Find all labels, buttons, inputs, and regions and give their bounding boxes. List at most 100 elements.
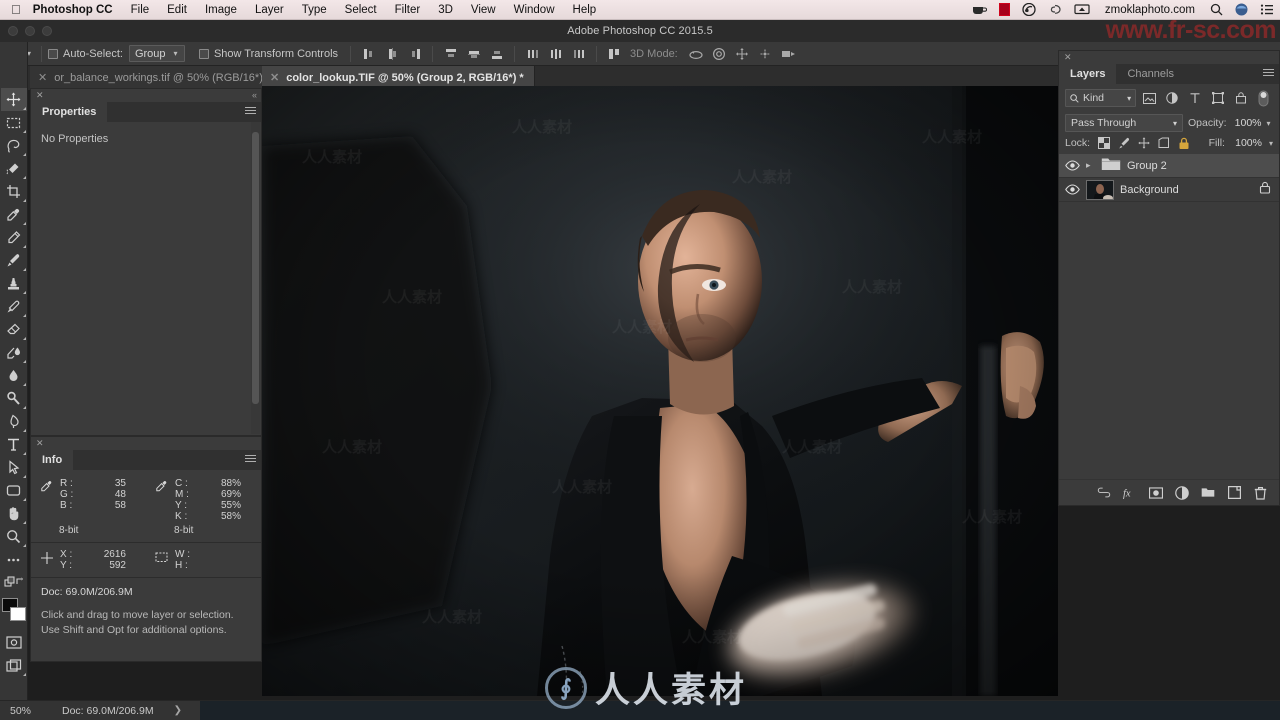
lock-transparent-pixels-icon[interactable] — [1097, 137, 1110, 150]
menu-app-name[interactable]: Photoshop CC — [31, 0, 122, 20]
scrollbar-thumb[interactable] — [252, 132, 259, 404]
panel-menu-icon[interactable] — [1263, 69, 1274, 78]
rectangle-tool[interactable] — [1, 479, 27, 502]
delete-layer-icon[interactable] — [1253, 485, 1267, 501]
red-badge-icon[interactable] — [993, 3, 1016, 16]
background-color-swatch[interactable] — [9, 607, 26, 621]
dropbox-icon[interactable] — [1042, 3, 1068, 16]
rotate-3d-icon[interactable] — [685, 44, 708, 64]
distribute-left-icon[interactable] — [521, 44, 544, 64]
edit-toolbar-ellipsis[interactable] — [1, 548, 27, 571]
blend-mode-dropdown[interactable]: Pass Through ▾ — [1065, 114, 1183, 132]
menu-item-image[interactable]: Image — [196, 0, 246, 20]
path-selection-tool[interactable] — [1, 456, 27, 479]
align-bottom-edges-icon[interactable] — [485, 44, 508, 64]
document-tab-1[interactable]: ✕ or_balance_workings.tif @ 50% (RGB/16*… — [30, 66, 282, 90]
screen-mode-icon[interactable] — [1, 654, 27, 677]
menu-item-select[interactable]: Select — [336, 0, 386, 20]
dodge-tool[interactable] — [1, 387, 27, 410]
lock-artboard-nesting-icon[interactable] — [1157, 137, 1170, 150]
search-icon[interactable] — [1204, 3, 1229, 16]
notification-center-icon[interactable] — [1254, 4, 1280, 15]
crop-tool[interactable] — [1, 180, 27, 203]
tab-channels[interactable]: Channels — [1116, 64, 1185, 84]
panel-menu-icon[interactable] — [245, 455, 256, 464]
close-icon[interactable]: ✕ — [38, 72, 47, 84]
airplay-icon[interactable] — [1068, 3, 1096, 16]
layer-row-group-2[interactable]: ▸ Group 2 — [1059, 154, 1279, 178]
move-tool[interactable] — [0, 88, 27, 111]
eraser-tool[interactable] — [1, 318, 27, 341]
tab-properties[interactable]: Properties — [31, 102, 108, 122]
close-window-button[interactable] — [8, 26, 18, 36]
align-right-edges-icon[interactable] — [403, 44, 426, 64]
opacity-chevron-down-icon[interactable]: ▾ — [1267, 119, 1271, 128]
arrange-grid-icon[interactable] — [603, 44, 626, 64]
color-swatches[interactable] — [1, 597, 27, 623]
menu-item-window[interactable]: Window — [505, 0, 564, 20]
brush-tool[interactable] — [1, 249, 27, 272]
apple-icon[interactable]:  — [0, 3, 31, 16]
scale-3d-icon[interactable] — [777, 44, 800, 64]
layer-kind-dropdown[interactable]: Kind ▾ — [1065, 89, 1137, 107]
filter-pixel-icon[interactable] — [1140, 89, 1159, 107]
close-icon[interactable]: ✕ — [36, 438, 44, 449]
pen-tool[interactable] — [1, 410, 27, 433]
creative-cloud-icon[interactable] — [1016, 3, 1042, 16]
pan-3d-icon[interactable] — [731, 44, 754, 64]
menu-item-type[interactable]: Type — [293, 0, 336, 20]
lock-all-icon[interactable] — [1177, 137, 1190, 150]
clone-stamp-tool[interactable] — [1, 272, 27, 295]
show-transform-controls-checkbox[interactable] — [198, 48, 209, 59]
chevron-right-icon[interactable]: ❯ — [154, 705, 182, 716]
align-top-edges-icon[interactable] — [439, 44, 462, 64]
document-canvas[interactable]: 人人素材 人人素材 人人素材 人人素材 人人素材 人人素材 人人素材 人人素材 … — [262, 86, 1058, 696]
properties-scrollbar[interactable] — [251, 122, 260, 434]
swap-default-colors-icons[interactable] — [1, 571, 27, 594]
close-icon[interactable]: ✕ — [36, 90, 44, 101]
menu-item-edit[interactable]: Edit — [158, 0, 196, 20]
align-vertical-centers-icon[interactable] — [462, 44, 485, 64]
chevron-right-icon[interactable]: ▸ — [1086, 160, 1095, 171]
history-brush-tool[interactable] — [1, 295, 27, 318]
account-label[interactable]: zmoklaphoto.com — [1096, 0, 1204, 20]
auto-select-checkbox[interactable] — [48, 48, 59, 59]
slide-3d-icon[interactable] — [754, 44, 777, 64]
lock-image-pixels-icon[interactable] — [1117, 137, 1130, 150]
align-left-edges-icon[interactable] — [357, 44, 380, 64]
minimize-window-button[interactable] — [25, 26, 35, 36]
new-adjustment-layer-icon[interactable] — [1175, 485, 1189, 501]
layer-row-background[interactable]: Background — [1059, 178, 1279, 202]
roll-3d-icon[interactable] — [708, 44, 731, 64]
new-layer-icon[interactable] — [1227, 485, 1241, 501]
align-horizontal-centers-icon[interactable] — [380, 44, 403, 64]
lasso-tool[interactable] — [1, 134, 27, 157]
eye-icon[interactable] — [1064, 184, 1080, 195]
rectangular-marquee-tool[interactable] — [1, 111, 27, 134]
hand-tool[interactable] — [1, 502, 27, 525]
maximize-window-button[interactable] — [42, 26, 52, 36]
horizontal-type-tool[interactable] — [1, 433, 27, 456]
quick-selection-tool[interactable] — [1, 157, 27, 180]
tab-layers[interactable]: Layers — [1059, 64, 1117, 84]
new-group-icon[interactable] — [1201, 485, 1215, 501]
menu-item-help[interactable]: Help — [564, 0, 606, 20]
zoom-level[interactable]: 50% — [0, 705, 56, 717]
close-icon[interactable]: ✕ — [270, 72, 279, 84]
filter-smart-object-icon[interactable] — [1231, 89, 1250, 107]
filter-adjustment-icon[interactable] — [1163, 89, 1182, 107]
gradient-tool[interactable] — [1, 341, 27, 364]
tab-info[interactable]: Info — [31, 450, 74, 470]
fx-icon[interactable]: fx — [1123, 485, 1137, 501]
add-layer-mask-icon[interactable] — [1149, 485, 1163, 501]
menu-item-3d[interactable]: 3D — [429, 0, 462, 20]
menu-item-view[interactable]: View — [462, 0, 505, 20]
lock-position-icon[interactable] — [1137, 137, 1150, 150]
quick-mask-icon[interactable] — [1, 631, 27, 654]
zoom-tool[interactable] — [1, 525, 27, 548]
spot-healing-brush-tool[interactable] — [1, 226, 27, 249]
panel-menu-icon[interactable] — [245, 107, 256, 116]
menu-item-layer[interactable]: Layer — [246, 0, 293, 20]
fill-chevron-down-icon[interactable]: ▾ — [1269, 139, 1273, 148]
distribute-horizontal-center-icon[interactable] — [544, 44, 567, 64]
